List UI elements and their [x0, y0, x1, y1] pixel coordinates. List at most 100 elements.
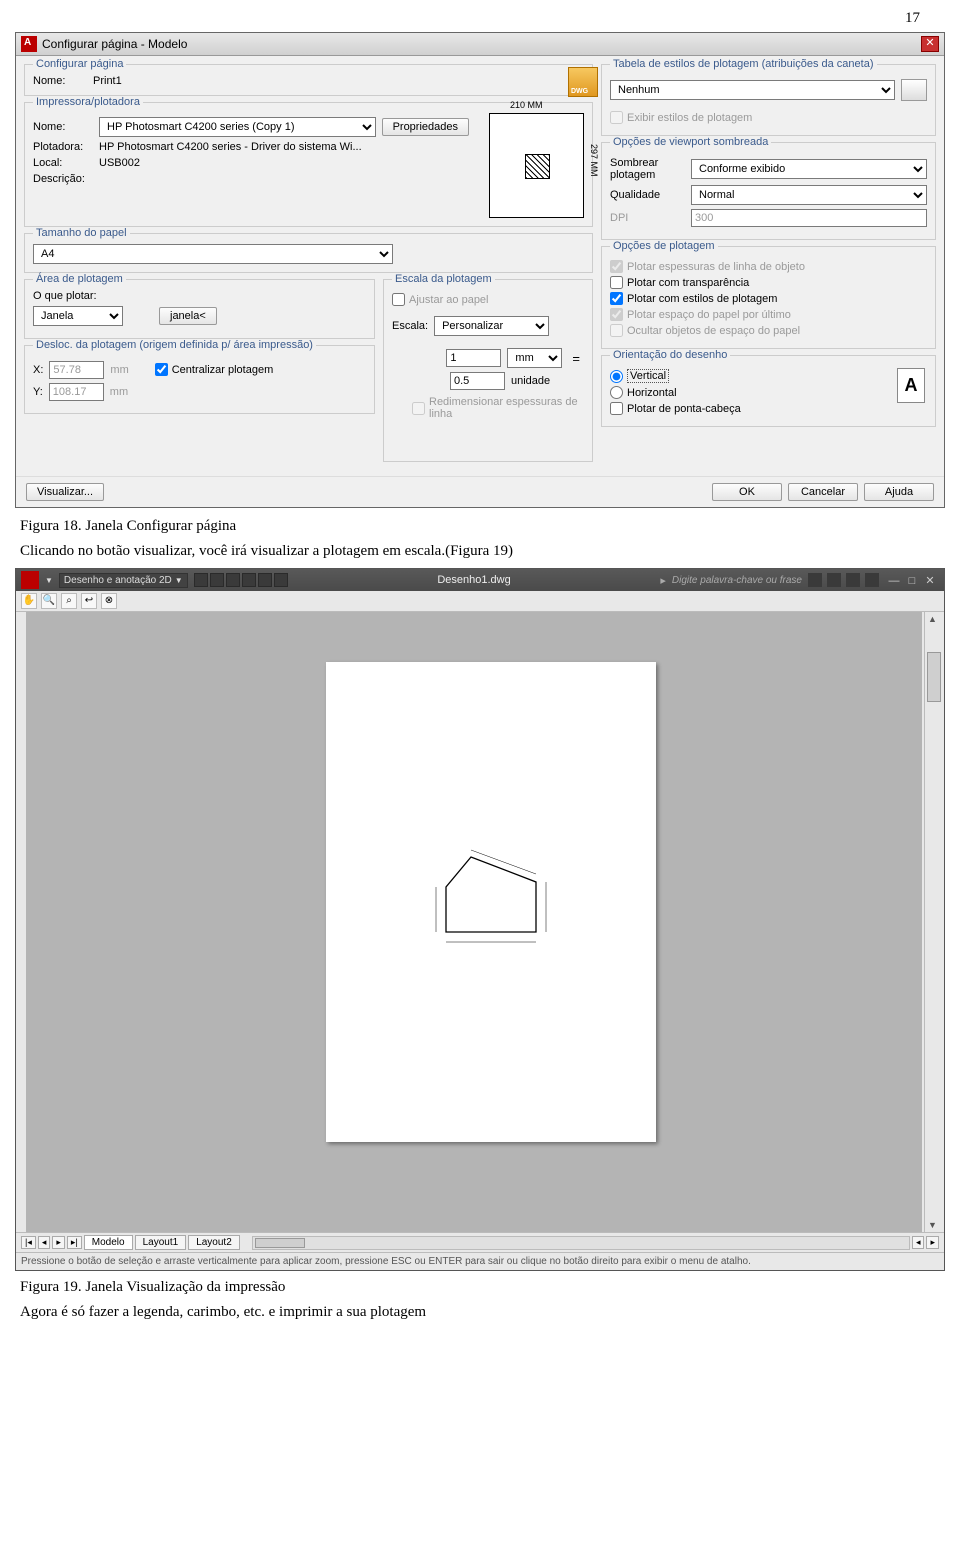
dwg-icon — [568, 67, 598, 97]
app-icon — [21, 36, 37, 52]
cancelar-button[interactable]: Cancelar — [788, 483, 858, 501]
unidade-label: unidade — [511, 375, 566, 387]
printer-select[interactable]: HP Photosmart C4200 series (Copy 1) — [99, 117, 376, 137]
dialog-footer: Visualizar... OK Cancelar Ajuda — [16, 476, 944, 507]
scrollbar-thumb[interactable] — [927, 652, 941, 702]
qat-icon[interactable] — [226, 573, 240, 587]
tab-nav-prev[interactable]: ◂ — [38, 1236, 51, 1249]
acad-window: ▼ Desenho e anotação 2D▼ Desenho1.dwg ▸ … — [15, 568, 945, 1271]
centralizar-checkbox[interactable]: Centralizar plotagem — [155, 363, 274, 376]
workspace-select[interactable]: Desenho e anotação 2D▼ — [59, 573, 188, 588]
plot-style-select[interactable]: Nenhum — [610, 80, 895, 100]
impr-nome-label: Nome: — [33, 121, 93, 133]
chk-espaco: Plotar espaço do papel por último — [610, 308, 927, 321]
plotadora-label: Plotadora: — [33, 141, 93, 153]
tab-nav-first[interactable]: |◂ — [21, 1236, 36, 1249]
pan-icon[interactable]: ✋ — [21, 593, 37, 609]
scrollbar-thumb[interactable] — [255, 1238, 305, 1248]
viewport-toolbar: ✋ 🔍 ⌕ ↩ ⊗ — [16, 591, 944, 612]
orientation-icon: A — [897, 368, 925, 403]
tab-nav-next[interactable]: ▸ — [52, 1236, 65, 1249]
plot-area-select[interactable]: Janela — [33, 306, 123, 326]
radio-vertical[interactable]: Vertical — [610, 369, 927, 383]
escala-unit-select[interactable]: mm — [507, 348, 562, 368]
tab-layout1[interactable]: Layout1 — [135, 1235, 187, 1250]
dpi-input — [691, 209, 927, 227]
zoom-window-icon[interactable]: ⌕ — [61, 593, 77, 609]
scroll-left-icon[interactable]: ◂ — [912, 1236, 925, 1249]
group-title: Opções de viewport sombreada — [610, 136, 771, 148]
escala-den-input[interactable] — [450, 372, 505, 390]
chk-espessuras: Plotar espessuras de linha de objeto — [610, 260, 927, 273]
close-icon[interactable]: ✕ — [921, 36, 939, 52]
group-desloc: Desloc. da plotagem (origem definida p/ … — [24, 345, 375, 414]
paper-preview: 210 MM 297 MM — [489, 113, 584, 218]
group-escala: Escala da plotagem Ajustar ao papel Esca… — [383, 279, 593, 462]
propriedades-button[interactable]: Propriedades — [382, 118, 469, 136]
bottom-text: Agora é só fazer a legenda, carimbo, etc… — [20, 1304, 940, 1321]
help-icon[interactable] — [865, 573, 879, 587]
figure-18-caption: Figura 18. Janela Configurar página — [20, 518, 940, 535]
qualidade-select[interactable]: Normal — [691, 185, 927, 205]
exibir-estilos-checkbox: Exibir estilos de plotagem — [610, 111, 927, 124]
escala-label: Escala: — [392, 320, 428, 332]
dpi-label: DPI — [610, 212, 685, 224]
group-title: Área de plotagem — [33, 273, 126, 285]
chk-transparencia[interactable]: Plotar com transparência — [610, 276, 927, 289]
tool-icon[interactable]: ⊗ — [101, 593, 117, 609]
group-area: Área de plotagem O que plotar: Janela ja… — [24, 279, 375, 339]
radio-horizontal[interactable]: Horizontal — [610, 386, 927, 399]
ajuda-button[interactable]: Ajuda — [864, 483, 934, 501]
zoom-icon[interactable]: 🔍 — [41, 593, 57, 609]
mm-label: mm — [110, 386, 128, 398]
qat-icon[interactable] — [258, 573, 272, 587]
page-number: 17 — [0, 0, 960, 32]
group-tabela-estilos: Tabela de estilos de plotagem (atribuiçõ… — [601, 64, 936, 136]
janela-button[interactable]: janela< — [159, 307, 217, 325]
sombrear-select[interactable]: Conforme exibido — [691, 159, 927, 179]
tab-nav-last[interactable]: ▸| — [67, 1236, 82, 1249]
drawing-shape — [426, 842, 556, 952]
quick-access-toolbar — [194, 573, 288, 587]
tab-layout2[interactable]: Layout2 — [188, 1235, 240, 1250]
chk-ponta-cabeca[interactable]: Plotar de ponta-cabeça — [610, 402, 927, 415]
minimize-icon[interactable]: — — [885, 575, 903, 587]
search-input[interactable]: Digite palavra-chave ou frase — [672, 575, 802, 586]
maximize-icon[interactable]: □ — [903, 575, 921, 587]
vertical-scrollbar[interactable]: ▲ ▼ — [924, 612, 942, 1232]
ajustar-checkbox[interactable]: Ajustar ao papel — [392, 293, 584, 306]
exchange-icon[interactable] — [846, 573, 860, 587]
equals-icon: = — [568, 351, 584, 366]
chevron-right-icon[interactable]: ▸ — [660, 574, 666, 587]
qat-icon[interactable] — [274, 573, 288, 587]
horizontal-scrollbar[interactable] — [252, 1236, 910, 1250]
acad-titlebar: ▼ Desenho e anotação 2D▼ Desenho1.dwg ▸ … — [16, 569, 944, 591]
chevron-down-icon[interactable]: ▼ — [45, 576, 53, 585]
ok-button[interactable]: OK — [712, 483, 782, 501]
qat-icon[interactable] — [210, 573, 224, 587]
group-title: Escala da plotagem — [392, 273, 495, 285]
close-icon[interactable]: ✕ — [921, 574, 939, 587]
qat-icon[interactable] — [194, 573, 208, 587]
descricao-label: Descrição: — [33, 173, 93, 185]
local-label: Local: — [33, 157, 93, 169]
window-controls: —□✕ — [885, 574, 939, 587]
paper-size-select[interactable]: A4 — [33, 244, 393, 264]
chk-estilos[interactable]: Plotar com estilos de plotagem — [610, 292, 927, 305]
app-menu-icon[interactable] — [21, 571, 39, 589]
zoom-prev-icon[interactable]: ↩ — [81, 593, 97, 609]
drawing-canvas[interactable]: ▲ ▼ — [16, 612, 944, 1232]
figure-19-caption: Figura 19. Janela Visualização da impres… — [20, 1279, 940, 1296]
escala-num-input[interactable] — [446, 349, 501, 367]
visualizar-button[interactable]: Visualizar... — [26, 483, 104, 501]
infocenter-icon[interactable] — [808, 573, 822, 587]
dialog-title: Configurar página - Modelo — [42, 37, 921, 51]
tab-modelo[interactable]: Modelo — [84, 1235, 133, 1250]
star-icon[interactable] — [827, 573, 841, 587]
qat-icon[interactable] — [242, 573, 256, 587]
escala-select[interactable]: Personalizar — [434, 316, 549, 336]
scroll-right-icon[interactable]: ▸ — [926, 1236, 939, 1249]
scroll-up-icon[interactable]: ▲ — [928, 614, 937, 624]
scroll-down-icon[interactable]: ▼ — [928, 1220, 937, 1230]
style-table-icon[interactable] — [901, 79, 927, 101]
